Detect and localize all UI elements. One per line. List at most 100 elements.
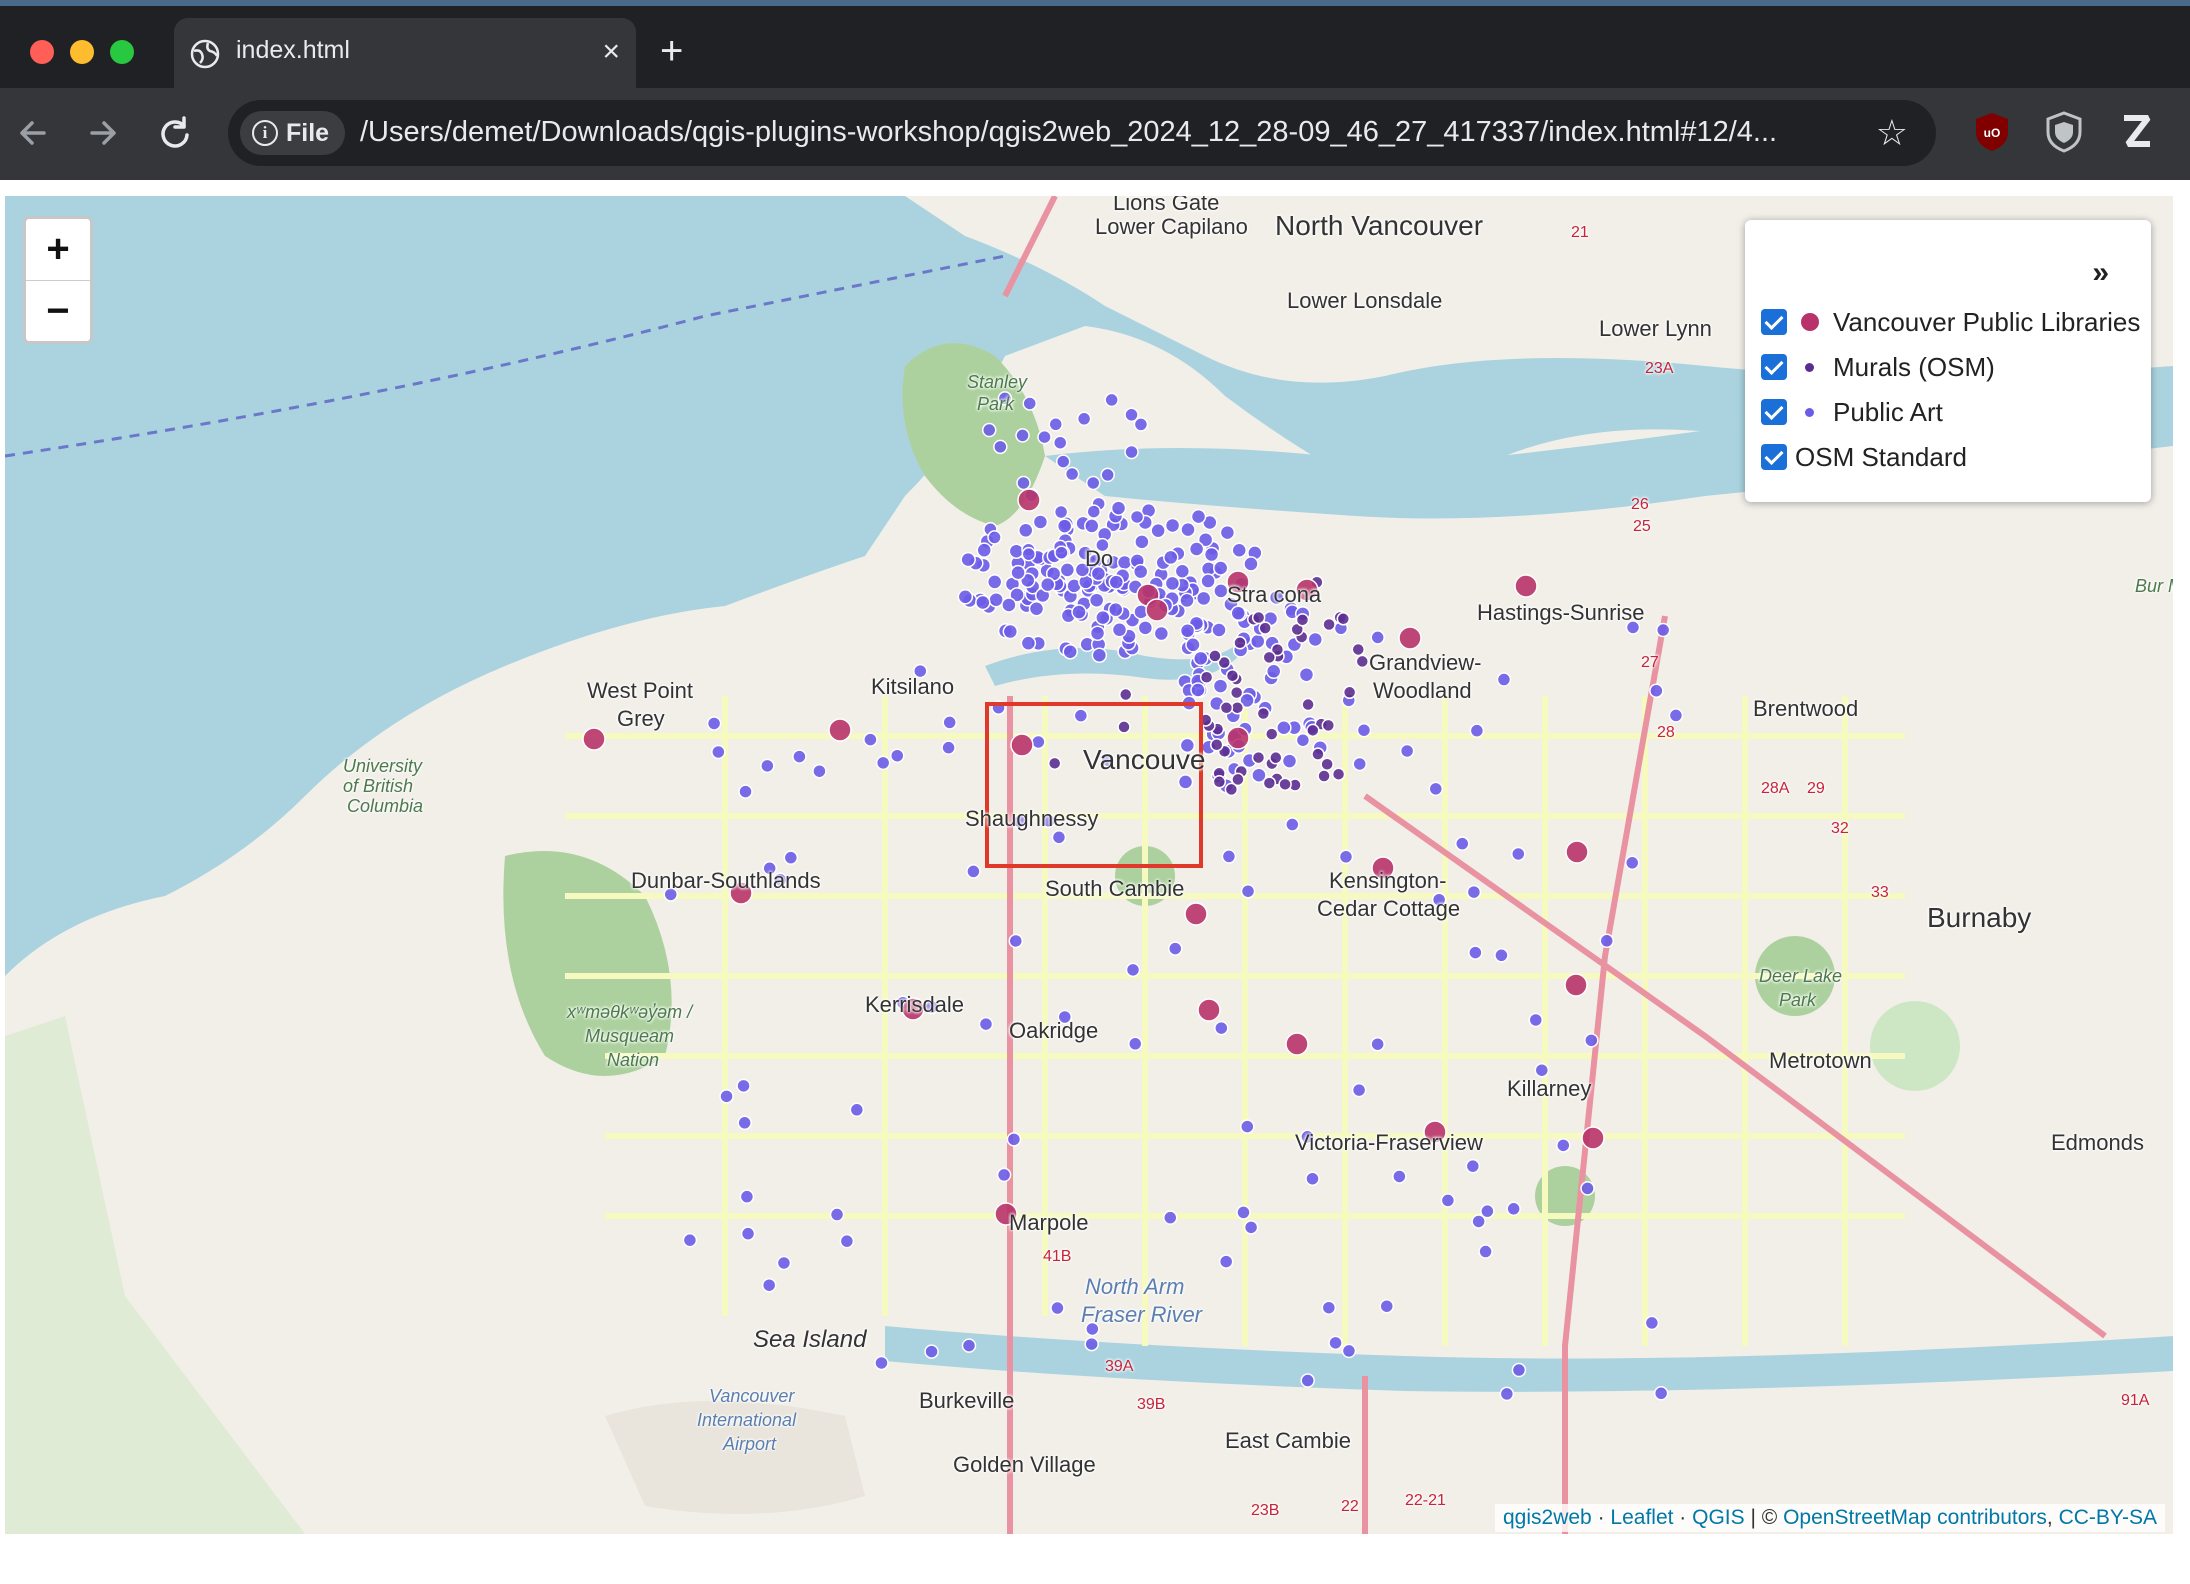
public-art-marker[interactable]	[1240, 1119, 1255, 1134]
public-art-marker[interactable]	[1124, 444, 1139, 460]
library-marker[interactable]	[1398, 626, 1422, 650]
public-art-marker[interactable]	[776, 1255, 792, 1271]
qgis-link[interactable]: QGIS	[1692, 1506, 1745, 1529]
public-art-marker[interactable]	[1203, 546, 1220, 563]
shield-extension-icon[interactable]	[2044, 110, 2084, 154]
public-art-marker[interactable]	[1010, 564, 1026, 581]
close-window-button[interactable]	[30, 40, 54, 64]
public-art-marker[interactable]	[1022, 396, 1037, 411]
public-art-marker[interactable]	[1190, 508, 1207, 525]
public-art-marker[interactable]	[1478, 1244, 1493, 1259]
public-art-marker[interactable]	[1584, 1033, 1599, 1048]
public-art-marker[interactable]	[1341, 1343, 1357, 1359]
public-art-marker[interactable]	[1168, 941, 1183, 956]
public-art-marker[interactable]	[1180, 521, 1196, 538]
mural-marker[interactable]	[1258, 621, 1272, 635]
new-tab-button[interactable]: +	[660, 26, 683, 76]
public-art-marker[interactable]	[1352, 756, 1367, 772]
minimize-window-button[interactable]	[70, 40, 94, 64]
mural-marker[interactable]	[1251, 750, 1266, 765]
public-art-marker[interactable]	[1056, 518, 1073, 534]
public-art-marker[interactable]	[1134, 534, 1150, 550]
mural-marker[interactable]	[1336, 612, 1351, 626]
mural-marker[interactable]	[1118, 687, 1133, 702]
public-art-marker[interactable]	[1655, 622, 1671, 638]
public-art-marker[interactable]	[1073, 708, 1089, 723]
public-art-marker[interactable]	[1455, 836, 1470, 851]
public-art-marker[interactable]	[1211, 622, 1227, 638]
public-art-marker[interactable]	[1265, 663, 1282, 680]
public-art-marker[interactable]	[1200, 573, 1216, 589]
zoom-in-button[interactable]: +	[26, 219, 90, 280]
public-art-marker[interactable]	[1440, 1193, 1456, 1208]
mural-marker[interactable]	[1322, 617, 1336, 632]
public-art-marker[interactable]	[1008, 933, 1024, 949]
mural-marker[interactable]	[1231, 772, 1245, 787]
public-art-marker[interactable]	[1054, 545, 1069, 560]
public-art-marker[interactable]	[1185, 637, 1201, 653]
address-bar[interactable]: i File /Users/demet/Downloads/qgis-plugi…	[228, 100, 1936, 166]
public-art-marker[interactable]	[1164, 575, 1181, 592]
public-art-marker[interactable]	[1468, 945, 1483, 960]
public-art-marker[interactable]	[1110, 500, 1127, 516]
mural-marker[interactable]	[1208, 649, 1222, 663]
public-art-marker[interactable]	[1089, 625, 1106, 641]
public-art-marker[interactable]	[1556, 1138, 1571, 1153]
public-art-marker[interactable]	[1240, 883, 1256, 899]
public-art-marker[interactable]	[961, 1338, 977, 1353]
mural-marker[interactable]	[1264, 727, 1279, 741]
public-art-marker[interactable]	[1193, 650, 1209, 667]
public-art-marker[interactable]	[1511, 1362, 1527, 1378]
public-art-marker[interactable]	[1528, 1012, 1544, 1028]
public-art-marker[interactable]	[1085, 475, 1101, 491]
tab-index-html[interactable]: index.html ×	[174, 18, 636, 94]
public-art-marker[interactable]	[1163, 1210, 1178, 1225]
public-art-marker[interactable]	[1084, 518, 1100, 534]
mural-marker[interactable]	[1301, 697, 1315, 712]
public-art-marker[interactable]	[987, 530, 1002, 545]
public-art-marker[interactable]	[1190, 682, 1206, 698]
public-art-marker[interactable]	[1328, 1335, 1343, 1351]
public-art-marker[interactable]	[1091, 647, 1108, 663]
public-art-marker[interactable]	[829, 1207, 845, 1222]
public-art-marker[interactable]	[1465, 1158, 1481, 1174]
public-art-marker[interactable]	[849, 1102, 865, 1118]
public-art-marker[interactable]	[1338, 849, 1354, 865]
public-art-marker[interactable]	[1018, 522, 1034, 539]
public-art-marker[interactable]	[1059, 562, 1076, 578]
zoom-window-button[interactable]	[110, 40, 134, 64]
mural-marker[interactable]	[1320, 757, 1334, 771]
library-marker[interactable]	[1514, 574, 1538, 598]
library-marker[interactable]	[828, 718, 852, 742]
mural-marker[interactable]	[1306, 723, 1320, 738]
public-art-marker[interactable]	[1111, 622, 1128, 638]
public-art-marker[interactable]	[737, 1115, 752, 1131]
mural-marker[interactable]	[1262, 776, 1277, 790]
library-marker[interactable]	[1197, 998, 1221, 1022]
layer-row-murals[interactable]: Murals (OSM)	[1761, 347, 1995, 387]
public-art-marker[interactable]	[1116, 554, 1133, 571]
public-art-marker[interactable]	[1048, 417, 1064, 432]
public-art-marker[interactable]	[1221, 849, 1237, 864]
public-art-marker[interactable]	[1008, 543, 1025, 559]
public-art-marker[interactable]	[1534, 1062, 1550, 1078]
public-art-marker[interactable]	[875, 755, 891, 771]
public-art-marker[interactable]	[996, 1167, 1012, 1183]
public-art-marker[interactable]	[1668, 708, 1684, 723]
forward-arrow-icon[interactable]	[78, 108, 128, 158]
mural-marker[interactable]	[1199, 670, 1214, 684]
public-art-marker[interactable]	[1001, 597, 1017, 613]
public-art-marker[interactable]	[1219, 524, 1236, 541]
public-art-marker[interactable]	[1050, 1300, 1065, 1316]
public-art-marker[interactable]	[1599, 933, 1615, 949]
public-art-marker[interactable]	[1506, 1201, 1521, 1217]
public-art-marker[interactable]	[812, 763, 827, 779]
public-art-marker[interactable]	[1095, 609, 1111, 626]
public-art-marker[interactable]	[1021, 546, 1037, 562]
public-art-marker[interactable]	[1129, 509, 1145, 525]
public-art-marker[interactable]	[1511, 846, 1526, 862]
public-art-marker[interactable]	[1062, 644, 1078, 660]
public-art-marker[interactable]	[1052, 435, 1068, 450]
library-marker[interactable]	[1010, 733, 1034, 757]
public-art-marker[interactable]	[1124, 407, 1139, 423]
